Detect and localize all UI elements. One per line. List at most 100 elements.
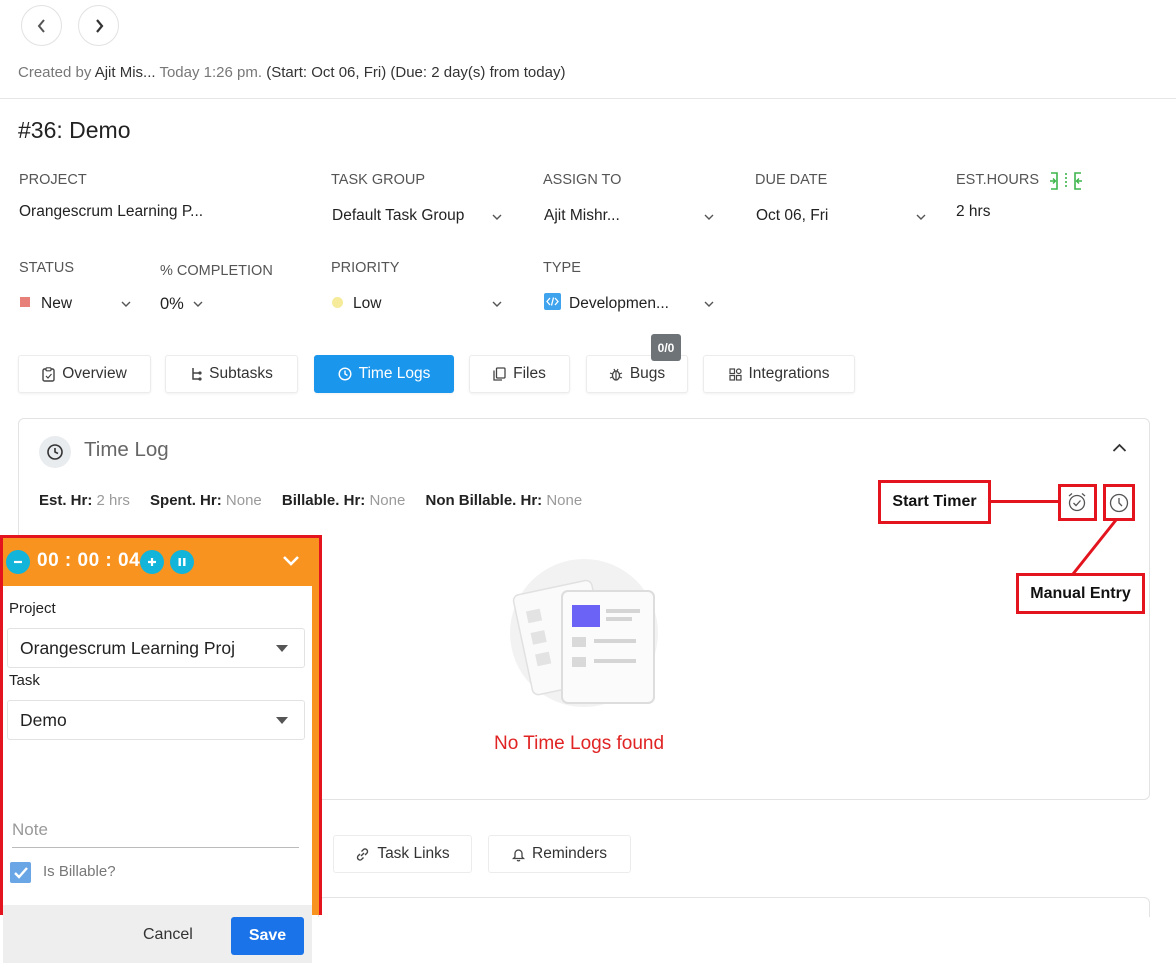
tab-files[interactable]: Files — [469, 355, 570, 393]
checkmark-icon — [13, 866, 28, 879]
clock-icon — [338, 367, 352, 381]
chevron-down-icon — [193, 301, 203, 307]
due-date-label: DUE DATE — [755, 172, 828, 188]
chevron-right-icon — [95, 18, 103, 33]
minus-icon — [14, 560, 22, 564]
est-hr-value: 2 hrs — [96, 492, 130, 509]
caret-down-icon — [276, 717, 288, 724]
chevron-up-icon[interactable] — [1112, 443, 1127, 453]
forward-button[interactable] — [78, 5, 119, 46]
timer-form: Project Orangescrum Learning Proj Task D… — [3, 586, 312, 963]
link-icon — [357, 847, 369, 861]
priority-label: PRIORITY — [331, 260, 400, 276]
created-prefix: Created by — [18, 64, 92, 81]
bug-icon — [609, 368, 623, 381]
assign-to-label: ASSIGN TO — [543, 172, 622, 188]
pause-icon — [178, 558, 186, 566]
tab-subtasks-label: Subtasks — [209, 365, 273, 382]
tab-overview-label: Overview — [62, 365, 127, 382]
cancel-button[interactable]: Cancel — [143, 926, 193, 944]
integrations-icon — [728, 367, 742, 381]
task-select[interactable]: Demo — [7, 700, 305, 740]
bugs-count-badge: 0/0 — [651, 334, 681, 361]
files-icon — [493, 367, 506, 381]
task-meta: Created by Ajit Mis... Today 1:26 pm. (S… — [18, 64, 565, 81]
type-label: TYPE — [543, 260, 581, 276]
tab-task-links[interactable]: Task Links — [333, 835, 472, 873]
project-label: PROJECT — [19, 172, 87, 188]
tab-integrations[interactable]: Integrations — [703, 355, 855, 393]
chevron-down-icon — [492, 214, 502, 220]
back-button[interactable] — [21, 5, 62, 46]
spent-hr-label: Spent. Hr: — [150, 492, 222, 509]
code-icon — [544, 293, 561, 310]
billable-checkbox[interactable] — [10, 862, 31, 883]
status-label: STATUS — [19, 260, 75, 276]
clock-icon[interactable] — [1108, 492, 1130, 514]
est-hours-label: EST.HOURS — [956, 172, 1039, 188]
tab-integrations-label: Integrations — [748, 365, 830, 382]
tab-time-logs-label: Time Logs — [358, 365, 431, 382]
start-due-info: (Start: Oct 06, Fri) (Due: 2 day(s) from… — [266, 64, 566, 81]
tab-time-logs[interactable]: Time Logs — [314, 355, 454, 393]
clock-icon — [47, 444, 63, 460]
chevron-down-icon — [916, 214, 926, 220]
alarm-clock-icon[interactable] — [1066, 491, 1088, 513]
timer-widget: 00 : 00 : 04 Project Orangescrum Learnin… — [0, 535, 322, 963]
created-by[interactable]: Ajit Mis... — [95, 64, 156, 81]
callout-connector — [991, 500, 1058, 503]
timer-display: 00 : 00 : 04 — [37, 550, 141, 571]
divider — [0, 98, 1176, 99]
tab-overview[interactable]: Overview — [18, 355, 151, 393]
chevron-down-icon — [121, 301, 131, 307]
increase-time-button[interactable] — [140, 550, 164, 574]
tab-files-label: Files — [513, 365, 546, 382]
tab-subtasks[interactable]: Subtasks — [165, 355, 298, 393]
status-color-dot — [20, 297, 30, 307]
due-date-select[interactable]: Oct 06, Fri — [756, 207, 828, 225]
est-hours-value[interactable]: 2 hrs — [956, 203, 990, 221]
billable-label: Is Billable? — [43, 863, 116, 880]
empty-state-illustration — [510, 559, 658, 707]
non-billable-hr-value: None — [546, 492, 583, 509]
spent-hr-value: None — [225, 492, 262, 509]
pause-button[interactable] — [170, 550, 194, 574]
task-group-select[interactable]: Default Task Group — [332, 207, 464, 225]
callout-connector — [1071, 519, 1118, 575]
empty-message: No Time Logs found — [494, 733, 665, 754]
caret-down-icon — [276, 645, 288, 652]
project-select[interactable]: Orangescrum Learning Proj — [7, 628, 305, 668]
timer-side-bar — [312, 586, 319, 915]
save-button[interactable]: Save — [231, 917, 304, 955]
status-select[interactable]: New — [41, 295, 72, 313]
start-timer-callout: Start Timer — [878, 480, 991, 524]
type-select[interactable]: Developmen... — [569, 295, 669, 313]
priority-color-dot — [332, 297, 343, 308]
tab-bugs-label: Bugs — [629, 365, 666, 382]
manual-entry-callout: Manual Entry — [1016, 573, 1145, 614]
est-hr-label: Est. Hr: — [39, 492, 93, 509]
completion-select[interactable]: 0% — [160, 295, 184, 314]
project-field-label: Project — [9, 600, 56, 617]
chevron-down-icon — [492, 301, 502, 307]
collapse-expand-icon[interactable] — [1049, 171, 1083, 191]
task-field-label: Task — [9, 672, 40, 689]
chevron-down-icon — [704, 301, 714, 307]
assign-to-select[interactable]: Ajit Mishr... — [544, 207, 620, 225]
completion-label: % COMPLETION — [160, 263, 273, 279]
priority-select[interactable]: Low — [353, 295, 381, 313]
task-title: #36: Demo — [18, 117, 131, 143]
task-group-label: TASK GROUP — [331, 172, 425, 188]
project-select-value: Orangescrum Learning Proj — [20, 638, 235, 658]
note-input[interactable]: Note — [12, 820, 299, 848]
created-time: Today 1:26 pm. — [159, 64, 263, 81]
decrease-time-button[interactable] — [6, 550, 30, 574]
time-log-header-icon — [39, 436, 71, 468]
bell-icon — [512, 848, 526, 862]
tab-reminders[interactable]: Reminders — [488, 835, 631, 873]
timer-footer: Cancel Save — [3, 905, 312, 963]
non-billable-hr-label: Non Billable. Hr: — [425, 492, 543, 509]
chevron-down-icon[interactable] — [282, 555, 300, 567]
chevron-down-icon — [704, 214, 714, 220]
project-value[interactable]: Orangescrum Learning P... — [19, 203, 203, 221]
